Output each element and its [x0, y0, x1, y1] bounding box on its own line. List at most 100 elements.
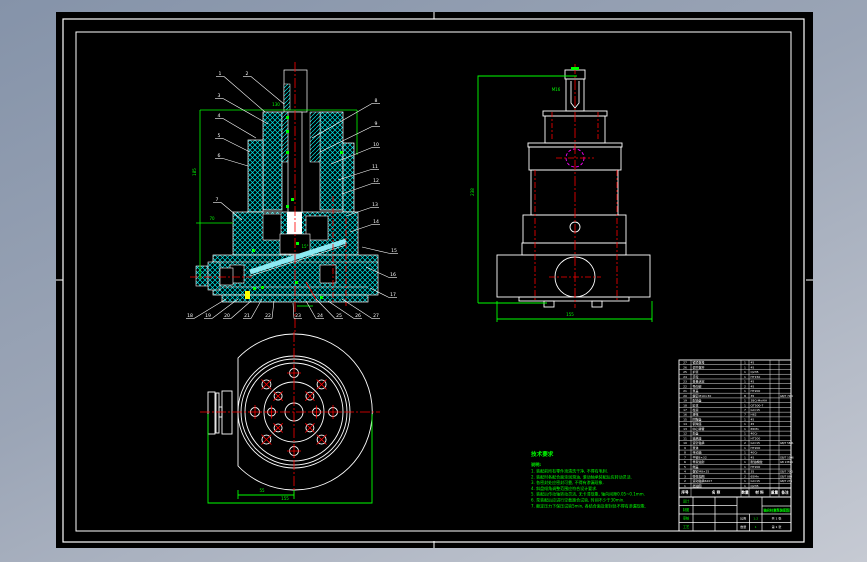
svg-text:泵体: 泵体	[693, 445, 699, 450]
leader-line	[271, 300, 275, 319]
title-block-text: 数量	[740, 524, 746, 529]
hole-center-mark	[248, 405, 262, 419]
hole-center-mark	[287, 444, 301, 458]
svg-text:1: 1	[744, 422, 746, 426]
leader-line	[250, 76, 285, 105]
svg-text:1: 1	[744, 403, 746, 407]
svg-text:护罩: 护罩	[693, 369, 699, 374]
svg-text:16: 16	[683, 413, 687, 417]
svg-text:斜盘: 斜盘	[693, 431, 699, 436]
balloon-number: 6	[218, 153, 221, 159]
title-block-text: 工艺	[683, 524, 689, 529]
svg-text:回程盘: 回程盘	[693, 416, 702, 421]
svg-text:QT500-7: QT500-7	[751, 403, 764, 407]
bom-row: 10 滚针轴承 2 GCr15 GB/T 5801	[683, 440, 794, 445]
svg-text:GCr15: GCr15	[751, 479, 761, 483]
svg-text:GB 13871: GB 13871	[780, 460, 793, 464]
dimension-text: 185	[192, 168, 197, 176]
svg-text:滚针轴承: 滚针轴承	[693, 440, 705, 445]
title-block: 设计制图审核工艺 比例 1:2 数量 1 轴向柱塞泵装配图共 1 张第 1 张	[678, 496, 792, 532]
svg-text:轴承座: 轴承座	[693, 435, 702, 440]
svg-text:1: 1	[744, 365, 746, 369]
svg-text:6: 6	[684, 460, 686, 464]
balloon-number: 3	[218, 93, 221, 99]
title-block-cell	[692, 505, 716, 515]
svg-text:泵盖: 泵盖	[693, 388, 699, 393]
leader-line	[222, 98, 269, 125]
svg-text:滑靴: 滑靴	[693, 412, 699, 417]
svg-text:H62: H62	[751, 413, 757, 417]
title-block-text: 轴向柱塞泵装配图	[763, 507, 790, 512]
svg-text:19: 19	[683, 399, 687, 403]
svg-text:HT200: HT200	[751, 465, 761, 469]
svg-text:20: 20	[683, 394, 687, 398]
balloon-number: 18	[187, 313, 193, 319]
title-block-cell	[692, 522, 716, 532]
svg-text:柱塞: 柱塞	[693, 407, 699, 412]
svg-text:1: 1	[744, 380, 746, 384]
svg-text:40Cr: 40Cr	[751, 451, 759, 455]
svg-text:15: 15	[683, 417, 687, 421]
svg-text:45: 45	[751, 365, 755, 369]
hole-center-mark	[265, 405, 278, 419]
balloon-number: 4	[218, 113, 221, 119]
svg-text:45: 45	[751, 380, 755, 384]
svg-text:调节螺杆: 调节螺杆	[693, 364, 705, 369]
cad-preview-stage: 1 2 3 4 5 6 7 8 9 10 11 12 13 14 15 16 17 18 19 20 21 22 23 24 2…	[0, 0, 867, 562]
svg-text:骨架油封: 骨架油封	[693, 459, 705, 464]
svg-text:2: 2	[744, 441, 746, 445]
svg-text:17: 17	[683, 408, 687, 412]
svg-text:1: 1	[744, 361, 746, 365]
side-green-tick	[571, 67, 579, 70]
svg-text:GB/T 5801: GB/T 5801	[780, 441, 794, 445]
svg-text:14: 14	[683, 422, 687, 426]
title-block-text: 第 1 张	[772, 524, 782, 529]
parts-list-table: 序号名 称数量材 料重量 备注27 锁紧螺母 1 4526 调节螺杆 1 4525 护罩 1 Q23…	[678, 359, 794, 498]
title-block-cell	[714, 505, 738, 515]
svg-text:7: 7	[744, 413, 746, 417]
svg-text:1: 1	[744, 484, 746, 488]
svg-text:40Cr: 40Cr	[751, 432, 759, 436]
balloon-number: 26	[355, 313, 361, 319]
svg-text:耐油橡胶: 耐油橡胶	[751, 459, 763, 464]
svg-text:21: 21	[683, 389, 687, 393]
svg-text:中心弹簧: 中心弹簧	[693, 426, 705, 431]
bom-row: 17 柱塞 7 GCr15	[683, 407, 760, 412]
title-block-text: 1	[755, 525, 757, 529]
svg-text:GCr15: GCr15	[751, 408, 761, 412]
leader-line	[220, 202, 243, 221]
svg-text:1: 1	[744, 370, 746, 374]
leader-line	[361, 246, 391, 254]
shaft-end-view	[207, 390, 233, 435]
svg-text:1: 1	[744, 432, 746, 436]
dimension-text: M16	[552, 87, 561, 92]
svg-text:GB/T 1096: GB/T 1096	[780, 455, 794, 459]
svg-text:45: 45	[751, 361, 755, 365]
bom-header-cell: 备注	[780, 490, 789, 495]
hole-center-mark	[287, 366, 301, 380]
svg-text:2: 2	[684, 479, 686, 483]
svg-text:GB/T 894: GB/T 894	[780, 474, 792, 478]
svg-text:锁紧螺母: 锁紧螺母	[693, 360, 705, 365]
title-block-cell	[692, 513, 716, 523]
svg-text:1: 1	[744, 389, 746, 393]
title-block-cell	[736, 496, 763, 515]
svg-text:22: 22	[683, 384, 687, 388]
dimension-text: 155	[281, 496, 289, 501]
bom-row: 16 滑靴 7 H62	[683, 412, 757, 417]
svg-text:缸体: 缸体	[693, 402, 699, 407]
hole-center-mark	[326, 405, 340, 419]
dimension-text: 70	[209, 216, 215, 221]
balloon-number: 27	[373, 313, 379, 319]
svg-text:1: 1	[744, 465, 746, 469]
bom-row: 19 配油盘 1 38CrMoAlA	[683, 398, 768, 403]
svg-text:HT200: HT200	[751, 389, 761, 393]
title-block-cell	[714, 513, 738, 523]
svg-text:1: 1	[744, 399, 746, 403]
svg-text:65Mn: 65Mn	[751, 427, 759, 431]
svg-text:传动轴: 传动轴	[693, 450, 702, 455]
notes-title: 技术要求	[531, 450, 554, 458]
notes-line: 3. 各密封处应密封可靠, 不得有渗漏现象.	[531, 479, 604, 485]
svg-text:端盖: 端盖	[693, 464, 699, 469]
centering-marks	[56, 12, 813, 548]
